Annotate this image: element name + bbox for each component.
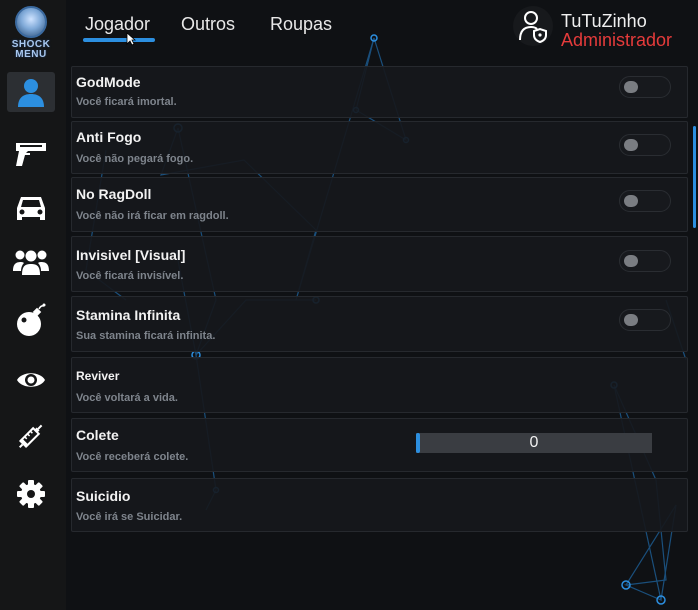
gear-icon bbox=[17, 480, 45, 508]
active-tab-indicator bbox=[83, 38, 155, 42]
sidebar-item-explosives[interactable] bbox=[7, 300, 55, 340]
invisivel-toggle[interactable] bbox=[619, 250, 671, 272]
sidebar-item-players[interactable] bbox=[7, 242, 55, 282]
sidebar: SHOCK MENU bbox=[0, 0, 67, 610]
logo-mascot-icon bbox=[15, 6, 47, 38]
option-title: GodMode bbox=[76, 74, 141, 90]
sidebar-item-settings[interactable] bbox=[7, 474, 55, 514]
option-description: Você não pegará fogo. bbox=[76, 153, 194, 165]
tab-outros[interactable]: Outros bbox=[181, 14, 235, 35]
mouse-cursor-icon bbox=[126, 32, 136, 46]
option-description: Você ficará invisível. bbox=[76, 270, 184, 282]
option-description: Sua stamina ficará infinita. bbox=[76, 330, 216, 342]
option-row-anti-fogo: Anti Fogo Você não pegará fogo. bbox=[71, 121, 688, 174]
toggle-knob bbox=[624, 81, 638, 93]
user-name: TuTuZinho bbox=[561, 11, 647, 31]
option-row-colete: Colete Você receberá colete. 0 bbox=[71, 418, 688, 472]
pistol-icon bbox=[16, 143, 46, 166]
scrollbar-thumb[interactable] bbox=[693, 126, 696, 228]
user-icon bbox=[18, 79, 44, 107]
option-row-reviver[interactable]: Reviver Você voltará a vida. bbox=[71, 357, 688, 413]
user-avatar bbox=[513, 6, 553, 46]
group-icon bbox=[13, 250, 49, 275]
option-title: Reviver bbox=[76, 369, 120, 383]
option-description: Você ficará imortal. bbox=[76, 96, 177, 108]
toggle-knob bbox=[624, 195, 638, 207]
option-title: No RagDoll bbox=[76, 186, 152, 202]
toggle-knob bbox=[624, 255, 638, 267]
sidebar-item-weapons[interactable] bbox=[7, 134, 55, 174]
syringe-icon bbox=[18, 424, 43, 449]
stamina-infinita-toggle[interactable] bbox=[619, 309, 671, 331]
option-title: Invisivel [Visual] bbox=[76, 247, 186, 263]
option-description: Você irá se Suicidar. bbox=[76, 511, 183, 523]
sidebar-item-vision[interactable] bbox=[7, 360, 55, 400]
no-ragdoll-toggle[interactable] bbox=[619, 190, 671, 212]
option-description: Você receberá colete. bbox=[76, 451, 189, 463]
option-description: Você voltará a vida. bbox=[76, 392, 178, 404]
option-title: Anti Fogo bbox=[76, 129, 142, 145]
option-row-no-ragdoll: No RagDoll Você não irá ficar em ragdoll… bbox=[71, 177, 688, 232]
sidebar-item-injection[interactable] bbox=[7, 416, 55, 456]
colete-slider[interactable]: 0 bbox=[416, 433, 652, 453]
option-description: Você não irá ficar em ragdoll. bbox=[76, 210, 229, 222]
option-row-invisivel: Invisivel [Visual] Você ficará invisível… bbox=[71, 236, 688, 292]
sidebar-item-player[interactable] bbox=[7, 72, 55, 112]
option-row-suicidio[interactable]: Suicidio Você irá se Suicidar. bbox=[71, 478, 688, 532]
option-title: Suicidio bbox=[76, 488, 131, 504]
tab-roupas[interactable]: Roupas bbox=[270, 14, 332, 35]
anti-fogo-toggle[interactable] bbox=[619, 134, 671, 156]
toggle-knob bbox=[624, 314, 638, 326]
car-icon bbox=[17, 197, 45, 220]
godmode-toggle[interactable] bbox=[619, 76, 671, 98]
logo-text: SHOCK MENU bbox=[11, 39, 51, 60]
sidebar-item-vehicles[interactable] bbox=[7, 188, 55, 228]
main-panel: Jogador Outros Roupas TuTuZinho Administ… bbox=[66, 0, 698, 610]
user-role: Administrador bbox=[561, 30, 673, 50]
option-title: Colete bbox=[76, 427, 119, 443]
option-row-stamina-infinita: Stamina Infinita Sua stamina ficará infi… bbox=[71, 296, 688, 352]
option-title: Stamina Infinita bbox=[76, 307, 181, 323]
user-profile: TuTuZinho Administrador bbox=[513, 6, 693, 50]
tab-jogador[interactable]: Jogador bbox=[85, 14, 150, 35]
eye-icon bbox=[17, 373, 45, 387]
slider-value: 0 bbox=[529, 434, 539, 451]
menu-logo: SHOCK MENU bbox=[10, 6, 52, 64]
toggle-knob bbox=[624, 139, 638, 151]
bomb-icon bbox=[17, 303, 46, 336]
option-row-godmode: GodMode Você ficará imortal. bbox=[71, 66, 688, 118]
user-shield-icon bbox=[519, 11, 547, 43]
